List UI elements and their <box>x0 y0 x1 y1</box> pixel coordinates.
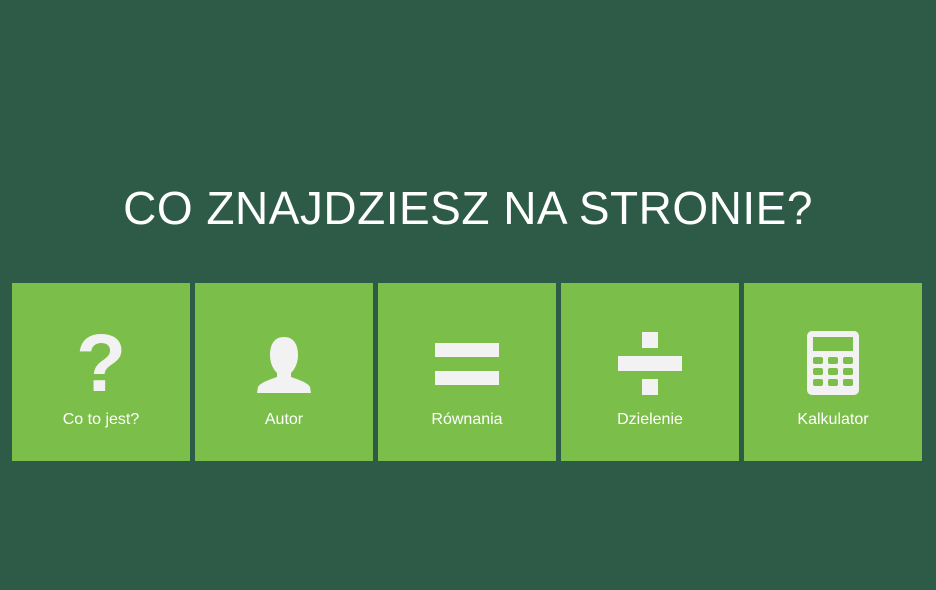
tile-rownania[interactable]: Równania <box>378 283 556 461</box>
user-icon <box>195 329 373 399</box>
tile-co-to-jest[interactable]: ? Co to jest? <box>12 283 190 461</box>
calculator-icon <box>744 329 922 399</box>
tile-dzielenie[interactable]: Dzielenie <box>561 283 739 461</box>
tile-label: Co to jest? <box>62 411 140 428</box>
page-title: CO ZNAJDZIESZ NA STRONIE? <box>123 182 813 234</box>
question-mark-icon: ? <box>12 329 190 399</box>
svg-text:?: ? <box>76 329 126 399</box>
tile-label: Równania <box>431 411 503 428</box>
divide-icon <box>561 329 739 399</box>
tile-kalkulator[interactable]: Kalkulator <box>744 283 922 461</box>
equals-icon <box>378 329 556 399</box>
tile-label: Autor <box>264 411 304 428</box>
tile-label: Dzielenie <box>617 411 683 428</box>
tile-label: Kalkulator <box>797 411 869 428</box>
feature-tiles: ? Co to jest? Autor Równania Dzielenie K… <box>12 283 924 461</box>
tile-autor[interactable]: Autor <box>195 283 373 461</box>
